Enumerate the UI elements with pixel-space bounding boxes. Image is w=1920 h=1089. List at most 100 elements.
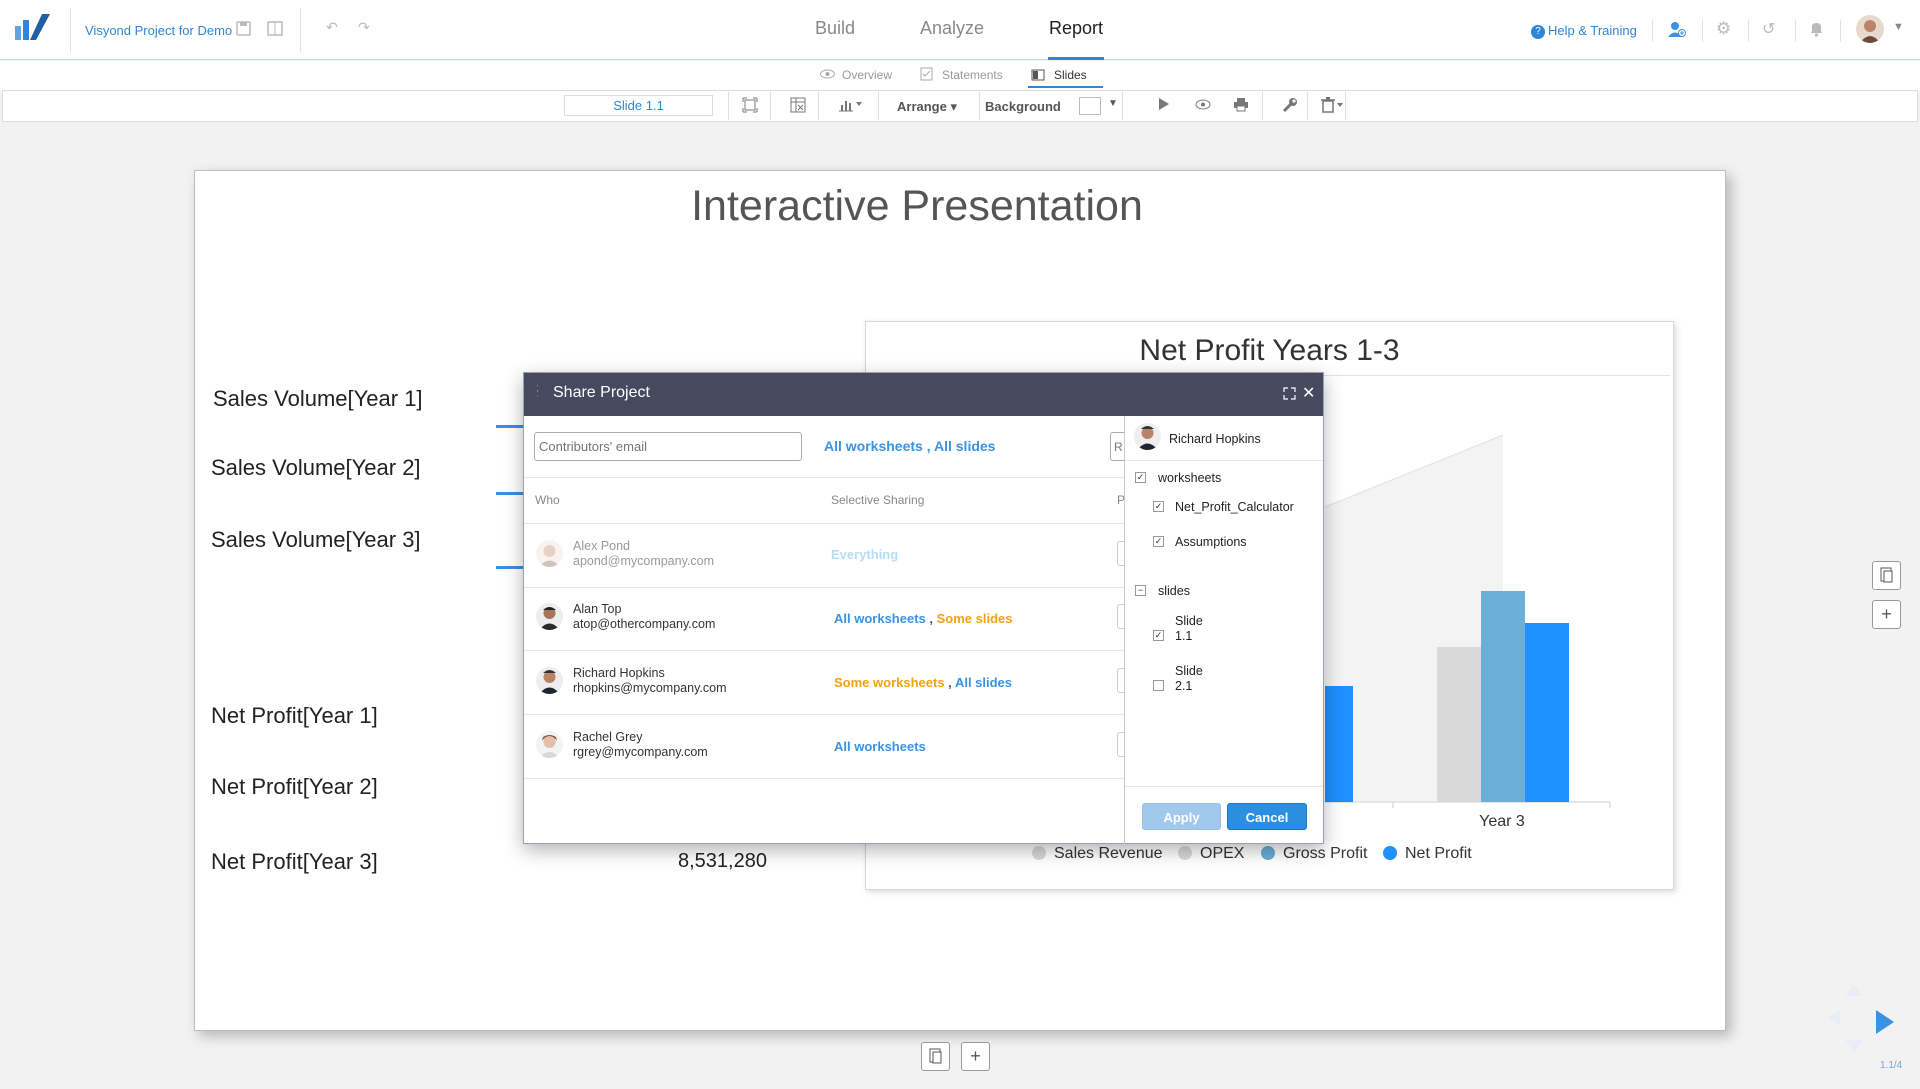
nav-up-arrow-icon[interactable] — [1845, 984, 1863, 996]
avatar — [536, 731, 563, 758]
nav-left-arrow-icon[interactable] — [1828, 1010, 1840, 1026]
nav-down-arrow-icon[interactable] — [1845, 1040, 1863, 1052]
preview-eye-icon[interactable] — [1195, 99, 1211, 110]
chevron-down-icon[interactable]: ▼ — [1893, 21, 1904, 33]
legend-dot — [1261, 846, 1275, 860]
share-user-icon[interactable] — [1668, 21, 1686, 38]
slide-title[interactable]: Interactive Presentation — [194, 182, 1640, 231]
duplicate-slide-button[interactable] — [1872, 561, 1901, 590]
cancel-button[interactable]: Cancel — [1227, 803, 1307, 830]
add-slide-bottom-button[interactable]: + — [961, 1042, 990, 1071]
divider — [1840, 20, 1841, 42]
permission-dropdown-partial[interactable] — [1117, 604, 1124, 629]
contributors-email-input[interactable] — [534, 432, 802, 461]
worksheets-checkbox[interactable]: ✓ — [1135, 472, 1146, 483]
worksheets-group-label: worksheets — [1158, 471, 1222, 485]
slides-group-label: slides — [1158, 584, 1190, 598]
scope-worksheets[interactable]: All worksheets — [834, 611, 926, 626]
help-link[interactable]: ? Help & Training — [1531, 23, 1637, 39]
color-dropdown-arrow-icon[interactable]: ▼ — [1108, 98, 1118, 109]
divider — [1748, 20, 1749, 42]
user-avatar[interactable] — [1856, 15, 1884, 43]
user-name: Richard Hopkins — [573, 666, 665, 680]
sales-volume-bar — [496, 425, 526, 428]
divider — [1652, 20, 1653, 42]
settings-gear-icon[interactable]: ⚙ — [1716, 19, 1731, 39]
bar-sales-revenue-year3[interactable] — [1437, 647, 1481, 802]
permission-dropdown-partial[interactable] — [1117, 668, 1124, 693]
background-color-picker[interactable] — [1079, 97, 1101, 115]
user-sharing-scope[interactable]: All worksheets — [834, 739, 926, 754]
print-icon[interactable] — [1233, 97, 1249, 112]
fit-to-screen-icon[interactable] — [742, 97, 758, 113]
save-icon[interactable] — [236, 21, 251, 36]
slide-name: Slide — [1175, 614, 1203, 628]
slide-number: 1.1 — [1175, 629, 1193, 643]
arrange-dropdown[interactable]: Arrange ▾ — [897, 99, 957, 115]
worksheet-name: Net_Profit_Calculator — [1175, 500, 1294, 514]
permission-dropdown-partial[interactable] — [1117, 732, 1124, 757]
drag-handle-icon[interactable]: ⁚ ⁚ — [536, 385, 539, 400]
bar-gross-profit-year3[interactable] — [1481, 591, 1525, 802]
app-logo[interactable] — [12, 10, 54, 42]
divider — [878, 92, 879, 120]
duplicate-slide-bottom-button[interactable] — [921, 1042, 950, 1071]
play-icon[interactable] — [1158, 97, 1170, 111]
scope-slides[interactable]: Some slides — [937, 611, 1013, 626]
permission-dropdown-partial[interactable] — [1117, 541, 1124, 566]
chart-title: Net Profit Years 1-3 — [1139, 334, 1400, 367]
slide-checkbox[interactable]: ✓ — [1153, 630, 1164, 641]
export-excel-icon[interactable] — [267, 21, 283, 36]
worksheet-name: Assumptions — [1175, 535, 1247, 549]
legend-opex[interactable]: OPEX — [1178, 845, 1244, 863]
slide-navigation-arrows[interactable] — [1818, 980, 1898, 1060]
dialog-title: Share Project — [553, 384, 650, 401]
close-icon[interactable]: ✕ — [1302, 383, 1315, 403]
add-slide-button[interactable]: + — [1872, 600, 1901, 629]
slides-checkbox-partial[interactable]: − — [1135, 585, 1146, 596]
insert-chart-icon[interactable] — [838, 97, 864, 113]
slide-name-field[interactable]: Slide 1.1 — [564, 95, 713, 116]
slide-checkbox[interactable] — [1153, 680, 1164, 691]
nav-right-arrow-icon[interactable] — [1876, 1010, 1894, 1034]
user-sharing-scope[interactable]: All worksheets , Some slides — [834, 611, 1013, 626]
user-email: atop@othercompany.com — [573, 617, 716, 631]
legend-sales-revenue[interactable]: Sales Revenue — [1032, 845, 1163, 863]
apply-button[interactable]: Apply — [1142, 803, 1221, 830]
user-sharing-scope[interactable]: Everything — [831, 547, 898, 562]
divider — [1702, 20, 1703, 42]
avatar — [536, 667, 563, 694]
tab-analyze[interactable]: Analyze — [920, 18, 984, 39]
worksheet-checkbox[interactable]: ✓ — [1153, 536, 1164, 547]
user-sharing-scope[interactable]: Some worksheets , All slides — [834, 675, 1012, 690]
subtab-slides[interactable]: Slides — [1054, 68, 1087, 82]
insert-table-icon[interactable] — [790, 97, 806, 113]
divider — [1125, 786, 1323, 787]
wrench-icon[interactable] — [1282, 97, 1298, 113]
net-profit-year2-label: Net Profit[Year 2] — [211, 774, 378, 799]
subtab-statements[interactable]: Statements — [942, 68, 1003, 82]
delete-trash-icon[interactable] — [1321, 97, 1345, 113]
subtab-overview[interactable]: Overview — [842, 68, 892, 82]
scope-worksheets[interactable]: Some worksheets — [834, 675, 945, 690]
scope-slides[interactable]: All slides — [955, 675, 1012, 690]
worksheet-checkbox[interactable]: ✓ — [1153, 501, 1164, 512]
maximize-icon[interactable] — [1283, 387, 1296, 400]
legend-gross-profit[interactable]: Gross Profit — [1261, 845, 1367, 863]
divider — [524, 778, 1124, 779]
statements-icon — [920, 67, 933, 81]
role-dropdown-partial[interactable]: R — [1110, 432, 1124, 461]
scope-worksheets[interactable]: All worksheets — [824, 438, 923, 454]
tab-build[interactable]: Build — [815, 18, 855, 39]
scope-slides[interactable]: All slides — [934, 438, 995, 454]
bar-net-profit-year3[interactable] — [1525, 623, 1569, 802]
default-sharing-scope[interactable]: All worksheets , All slides — [824, 438, 995, 454]
notification-bell-icon[interactable] — [1809, 21, 1824, 37]
legend-net-profit[interactable]: Net Profit — [1383, 845, 1472, 863]
tab-report[interactable]: Report — [1049, 18, 1103, 39]
history-icon[interactable]: ↺ — [1762, 19, 1775, 39]
project-title[interactable]: Visyond Project for Demo — [85, 23, 232, 38]
undo-icon[interactable]: ↶ — [326, 19, 338, 36]
redo-icon[interactable]: ↷ — [358, 19, 370, 36]
bar-net-profit-year2[interactable] — [1325, 686, 1353, 802]
